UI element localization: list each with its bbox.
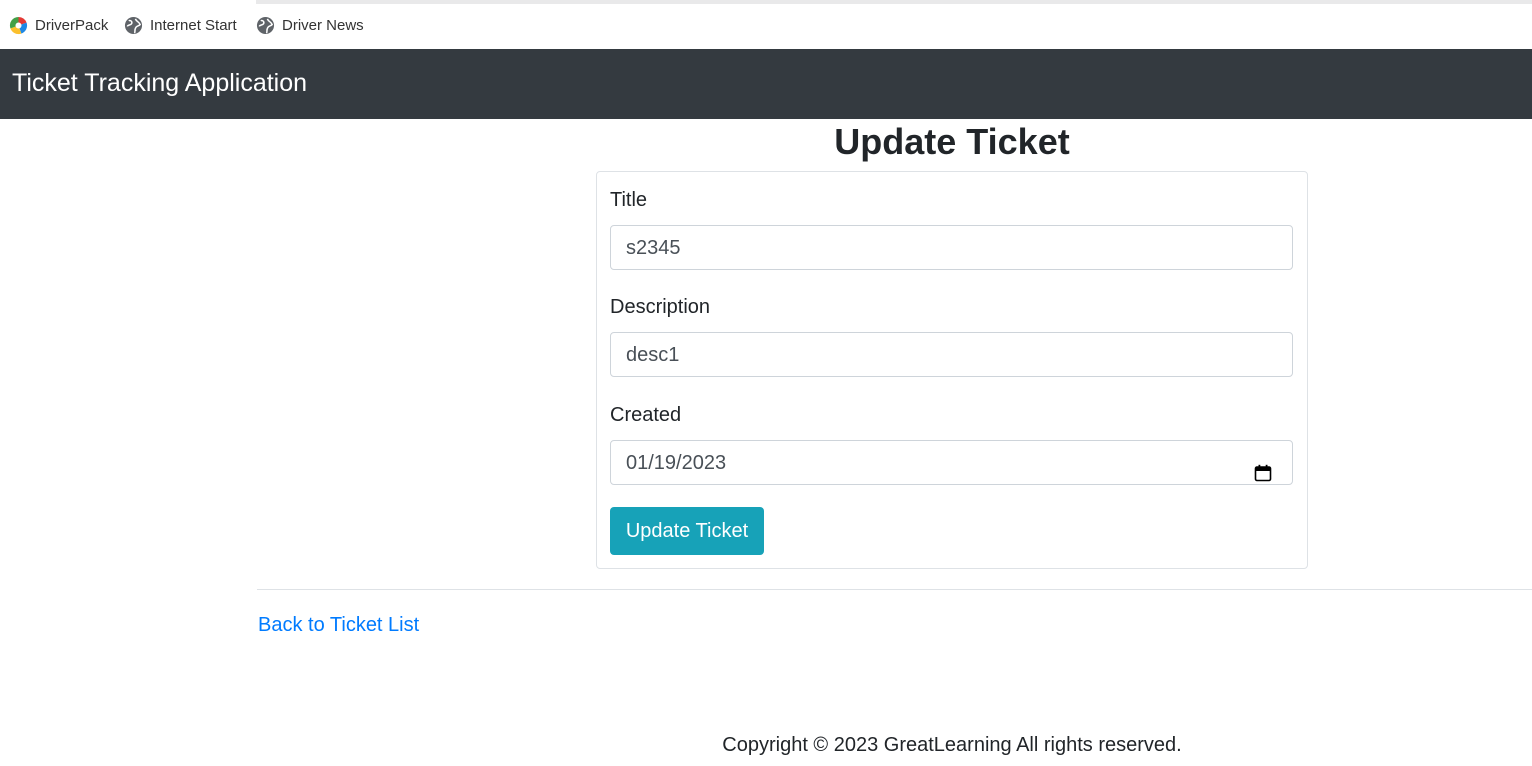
footer-copyright: Copyright © 2023 GreatLearning All right… <box>722 734 1182 756</box>
description-input[interactable]: desc1 <box>610 332 1293 377</box>
title-input[interactable]: s2345 <box>610 225 1293 270</box>
calendar-icon[interactable] <box>1254 454 1272 482</box>
bookmark-label: Internet Start <box>150 16 237 34</box>
bookmark-driver-news[interactable]: Driver News <box>256 14 364 36</box>
navbar-brand[interactable]: Ticket Tracking Application <box>12 69 307 98</box>
tab-strip-edge <box>256 0 1532 4</box>
bookmark-driverpack[interactable]: DriverPack <box>9 14 108 36</box>
page-title: Update Ticket <box>834 121 1070 162</box>
bookmark-label: DriverPack <box>35 16 109 34</box>
navbar: Ticket Tracking Application <box>0 49 1532 119</box>
created-date-input[interactable]: 01/19/2023 <box>610 440 1293 485</box>
driverpack-logo-icon <box>9 16 28 35</box>
bookmark-internet-start[interactable]: Internet Start <box>124 14 237 36</box>
created-label: Created <box>610 404 682 426</box>
update-ticket-button[interactable]: Update Ticket <box>610 507 764 555</box>
globe-icon <box>256 16 275 35</box>
bookmarks-bar: DriverPack Internet Start Driver News <box>0 0 1532 49</box>
back-to-ticket-list-link[interactable]: Back to Ticket List <box>258 614 419 637</box>
divider <box>257 589 1532 590</box>
description-label: Description <box>610 296 711 318</box>
update-ticket-form: Title s2345 Description desc1 Created 01… <box>596 171 1308 569</box>
created-date-value: 01/19/2023 <box>626 452 727 474</box>
title-label: Title <box>610 189 648 211</box>
bookmark-label: Driver News <box>282 16 364 34</box>
globe-icon <box>124 16 143 35</box>
